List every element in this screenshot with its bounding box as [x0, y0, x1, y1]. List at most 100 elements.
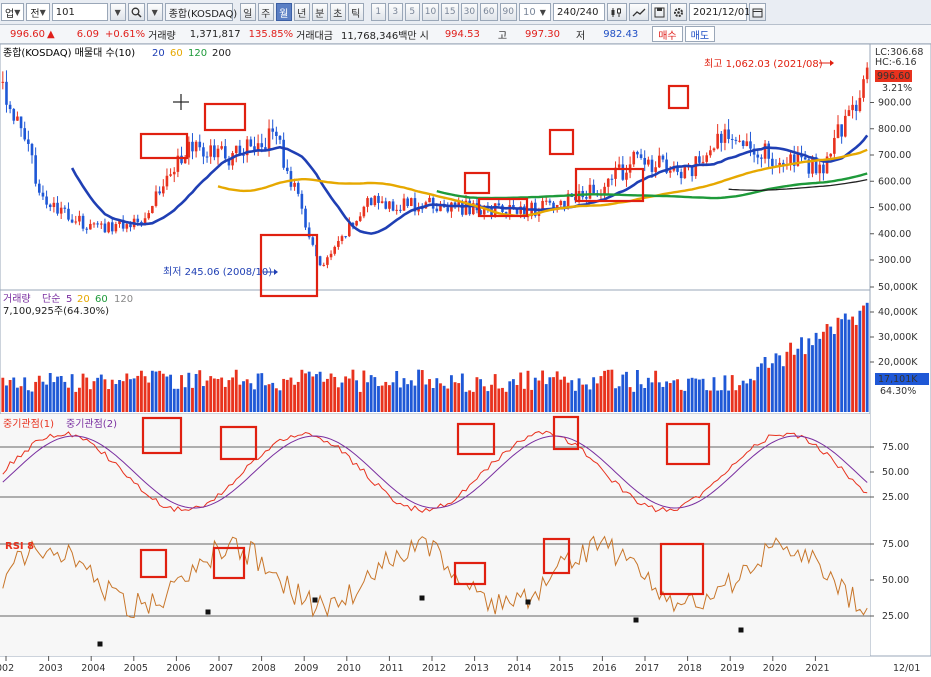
candle-body — [172, 171, 176, 175]
volume-bar — [391, 382, 395, 412]
candle-body — [198, 141, 202, 148]
volume-bar — [238, 384, 242, 412]
draw-tool-button[interactable] — [628, 3, 649, 21]
sell-button[interactable]: 매도 — [684, 26, 716, 42]
volume-bar — [435, 378, 439, 412]
volume-bar — [150, 370, 154, 412]
tab-period-week[interactable]: 주 — [257, 3, 274, 21]
volume-bar — [457, 383, 461, 412]
calendar-icon — [752, 8, 763, 17]
code-input[interactable]: 101 — [51, 3, 108, 21]
volume-bar — [796, 348, 800, 412]
volume-bar — [37, 375, 41, 412]
candle-body — [679, 171, 683, 179]
search-button[interactable] — [127, 3, 145, 21]
buy-button[interactable]: 매수 — [652, 26, 683, 42]
volume-bar — [865, 302, 869, 412]
x-axis-right-label: 12/01 — [893, 663, 920, 674]
volume-bar — [147, 382, 151, 412]
volume-bar — [727, 390, 731, 412]
candle-body — [67, 208, 70, 220]
tab-period-second[interactable]: 초 — [329, 3, 346, 21]
market-select[interactable]: 업 ▼ — [1, 3, 25, 21]
volume-bar — [442, 385, 446, 412]
candle-body — [606, 178, 610, 187]
volume-bar — [96, 377, 100, 412]
volume-bar — [738, 385, 741, 412]
rsi-marker — [525, 599, 531, 605]
interval-3[interactable]: 3 — [387, 3, 403, 21]
volume-bar — [315, 374, 318, 412]
volume-bar — [26, 390, 30, 412]
volume-bar — [741, 380, 745, 412]
volume-bar — [825, 324, 829, 412]
candle-body — [234, 145, 238, 154]
volume-bar — [657, 382, 661, 412]
code-dropdown-button[interactable]: ▼ — [109, 3, 126, 21]
chart-type-button[interactable] — [606, 3, 627, 21]
volume-bar — [114, 384, 118, 412]
candle-body — [223, 146, 227, 159]
candle-body — [617, 164, 621, 168]
chart-area[interactable]: 종합(KOSDAQ) 매물대 수(10) 20 60 120 200 최고 1,… — [0, 44, 931, 677]
candle-body — [719, 133, 723, 143]
x-tick-label: 2014 — [507, 663, 531, 674]
volume-bar — [628, 387, 632, 412]
candle-body — [311, 237, 315, 245]
interval-30[interactable]: 30 — [460, 3, 479, 21]
volume-bar — [274, 388, 278, 412]
interval-60[interactable]: 60 — [480, 3, 498, 21]
candle-body — [384, 201, 388, 209]
tab-period-minute[interactable]: 분 — [311, 3, 328, 21]
volume-bar — [676, 379, 679, 412]
candle-body — [461, 202, 464, 215]
volume-bar — [395, 370, 399, 412]
date-input[interactable]: 2021/12/01 — [688, 3, 751, 21]
candle-body — [701, 161, 705, 163]
tab-period-tick[interactable]: 틱 — [347, 3, 364, 21]
interval-5[interactable]: 5 — [404, 3, 420, 21]
tab-period-year[interactable]: 년 — [293, 3, 310, 21]
period-select[interactable]: 전 ▼ — [26, 3, 50, 21]
interval-10[interactable]: 10 — [421, 3, 440, 21]
candle-body — [216, 148, 220, 158]
volume-bar — [807, 338, 811, 412]
search-icon — [131, 7, 142, 18]
interval-90[interactable]: 90 — [499, 3, 517, 21]
interval-90-label: 90 — [502, 7, 514, 17]
code-menu-button[interactable]: ▼ — [146, 3, 163, 21]
volume-bar — [125, 373, 129, 412]
volume-bar — [745, 383, 749, 412]
volume-bar — [431, 388, 435, 412]
candle-body — [833, 137, 836, 154]
candle-body — [643, 157, 647, 165]
interval-input[interactable]: 10 ▼ — [518, 3, 551, 21]
rsi-marker — [738, 627, 744, 633]
count-input[interactable]: 240/240 — [552, 3, 605, 21]
tab-period-month[interactable]: 월 — [275, 3, 292, 21]
settings-button[interactable] — [669, 3, 687, 21]
volume-bar — [723, 375, 727, 412]
price-tick-label: 500.00 — [878, 203, 911, 214]
candle-body — [275, 131, 278, 137]
candle-body — [380, 201, 384, 203]
volume-bar — [176, 388, 180, 412]
tab-period-day[interactable]: 일 — [239, 3, 256, 21]
volume-bar — [154, 371, 158, 412]
candle-body — [650, 159, 654, 172]
interval-1[interactable]: 1 — [370, 3, 386, 21]
save-button[interactable] — [650, 3, 668, 21]
calendar-button[interactable] — [748, 3, 766, 21]
candle-body — [639, 154, 643, 158]
interval-15[interactable]: 15 — [441, 3, 459, 21]
volume-bar — [716, 390, 720, 412]
volume-bar — [333, 376, 337, 412]
volume-bar — [552, 377, 555, 412]
volume-bar — [413, 385, 417, 412]
volume-bar — [158, 370, 162, 412]
candle-body — [789, 154, 792, 165]
save-icon — [654, 7, 665, 17]
volume-bar — [45, 384, 49, 412]
chart-canvas[interactable]: 종합(KOSDAQ) 매물대 수(10) 20 60 120 200 최고 1,… — [0, 44, 931, 677]
volume-bar — [789, 342, 793, 412]
